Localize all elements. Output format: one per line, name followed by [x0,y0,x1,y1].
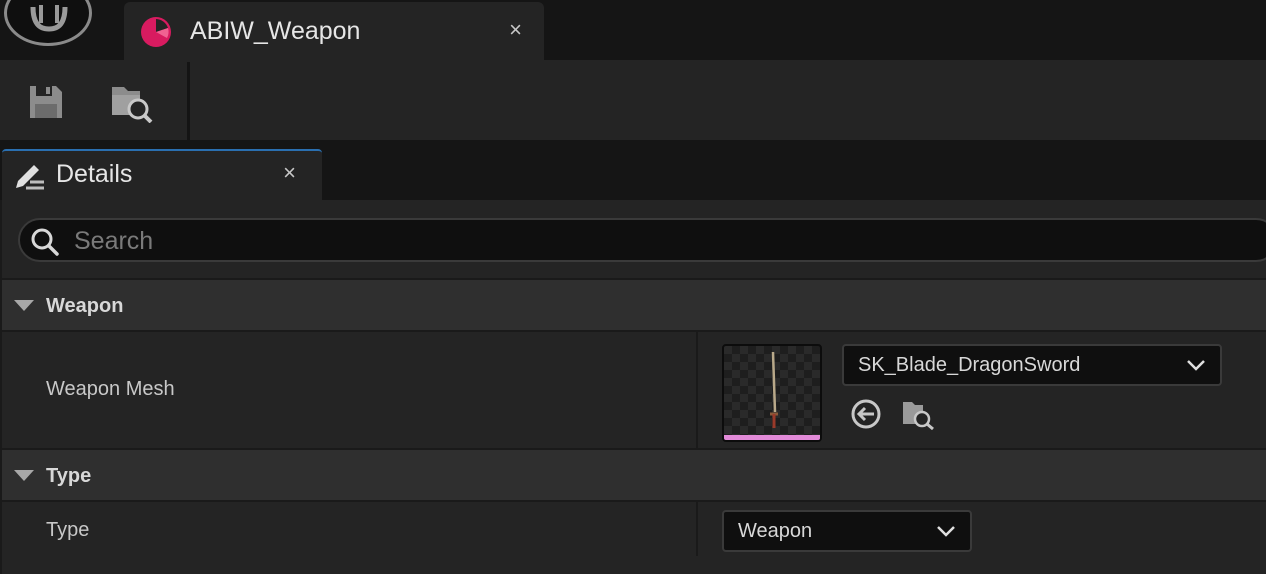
save-icon [30,86,62,118]
expand-arrow-icon[interactable] [14,470,34,481]
panel-tab-strip: Details × [0,140,1266,200]
search-icon [30,227,60,262]
title-bar: ABIW_Weapon × [0,0,1266,60]
search-box[interactable] [18,218,1266,262]
chevron-down-icon [936,524,956,543]
category-weapon[interactable]: Weapon [2,278,1266,330]
type-dropdown[interactable]: Weapon [722,510,972,552]
details-tab-label: Details [56,160,133,188]
details-pencil-icon [10,157,46,198]
property-row-type: Type Weapon [2,500,1266,556]
expand-arrow-icon[interactable] [14,300,34,311]
property-row-weapon-mesh: Weapon Mesh SK_Blade_DragonSword [2,330,1266,448]
column-divider[interactable] [696,502,698,556]
asset-thumbnail[interactable] [722,344,822,442]
weapon-mesh-picker[interactable]: SK_Blade_DragonSword [842,344,1222,386]
asset-editor-tab[interactable]: ABIW_Weapon × [124,2,544,60]
animation-pie-icon [140,16,172,53]
close-details-icon[interactable]: × [283,160,296,186]
property-label: Type [46,519,90,541]
category-label: Weapon [46,295,124,317]
toolbar [0,60,1266,140]
browse-to-asset-icon [112,87,153,123]
editor-window: ABIW_Weapon × Details × Search Weapon We… [0,0,1266,574]
tab-details[interactable]: Details × [2,149,322,200]
search-input[interactable] [74,224,1074,258]
use-selected-button[interactable] [848,396,884,432]
unreal-logo-icon[interactable] [4,0,92,46]
browse-to-asset-button[interactable] [900,396,936,432]
asset-tab-label: ABIW_Weapon [190,17,361,45]
selected-asset-value: SK_Blade_DragonSword [858,354,1081,376]
details-panel: Weapon Weapon Mesh SK_Blade_DragonSword [2,200,1266,574]
property-label: Weapon Mesh [46,378,175,400]
save-button[interactable] [22,78,70,126]
browse-to-asset-button[interactable] [108,78,156,126]
category-type[interactable]: Type [2,448,1266,500]
browse-icon [903,402,934,430]
selected-type-value: Weapon [738,520,813,542]
toolbar-separator [187,62,190,140]
sword-thumbnail [770,351,778,428]
use-selected-icon [851,399,881,429]
category-label: Type [46,465,92,487]
close-tab-icon[interactable]: × [509,17,522,43]
chevron-down-icon [1186,358,1206,377]
asset-type-color-bar [724,435,820,440]
column-divider[interactable] [696,332,698,448]
